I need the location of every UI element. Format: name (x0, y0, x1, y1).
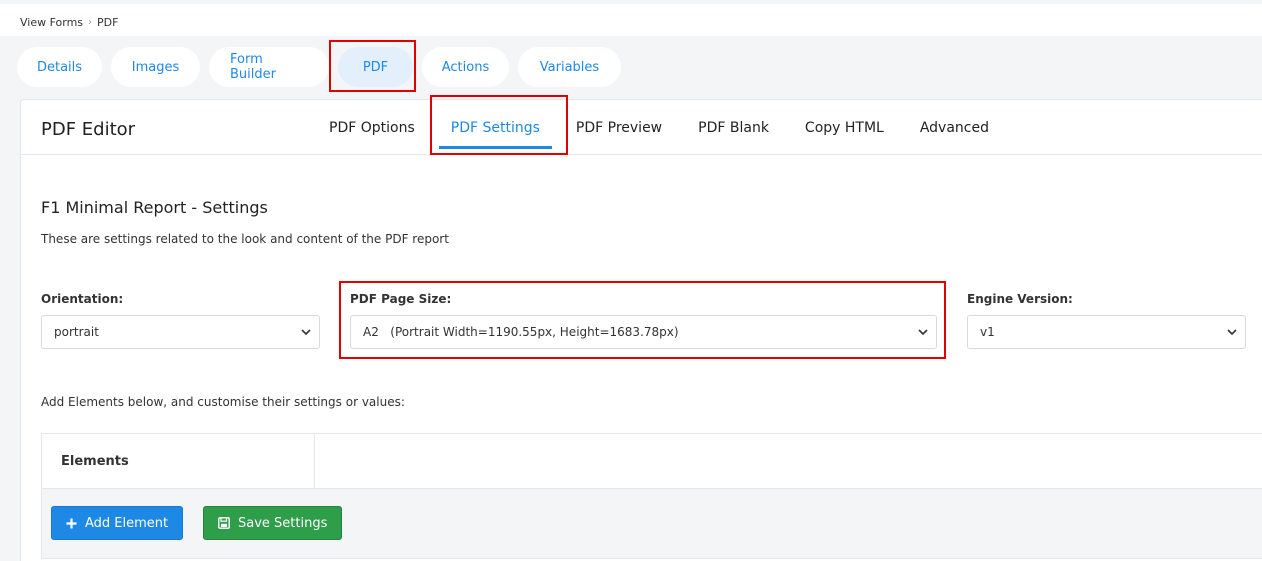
pdf-editor-tabs: PDF Options PDF Settings PDF Preview PDF… (311, 100, 1007, 155)
tab-advanced[interactable]: Advanced (902, 100, 1007, 155)
tab-form-builder[interactable]: Form Builder (209, 47, 329, 87)
breadcrumb: View Forms › PDF (20, 16, 118, 29)
elements-actions: Add Element Save Settings (41, 489, 1262, 559)
elements-table: Elements (41, 433, 1262, 489)
chevron-down-icon (918, 329, 928, 336)
tab-pdf-preview[interactable]: PDF Preview (558, 100, 680, 155)
top-bar: View Forms › PDF (0, 0, 1262, 36)
orientation-select[interactable]: portrait (41, 315, 320, 349)
tab-images[interactable]: Images (111, 47, 200, 87)
pdf-editor-header: PDF Editor PDF Options PDF Settings PDF … (21, 100, 1262, 155)
add-element-button[interactable]: Add Element (51, 506, 184, 540)
pdf-editor-panel: PDF Editor PDF Options PDF Settings PDF … (20, 99, 1262, 561)
elements-intro: Add Elements below, and customise their … (41, 395, 405, 409)
settings-description: These are settings related to the look a… (41, 232, 449, 246)
breadcrumb-view-forms[interactable]: View Forms (20, 16, 83, 29)
chevron-down-icon (301, 329, 311, 336)
add-element-label: Add Element (85, 515, 169, 531)
chevron-down-icon (1227, 329, 1237, 336)
tab-pdf-settings[interactable]: PDF Settings (433, 100, 558, 155)
page-size-value: A2 (Portrait Width=1190.55px, Height=168… (363, 325, 679, 339)
page-size-select[interactable]: A2 (Portrait Width=1190.55px, Height=168… (350, 315, 937, 349)
save-settings-button[interactable]: Save Settings (203, 506, 343, 540)
engine-version-select[interactable]: v1 (967, 315, 1246, 349)
orientation-label: Orientation: (41, 292, 124, 306)
tab-pdf[interactable]: PDF (338, 47, 413, 87)
tab-pdf-blank[interactable]: PDF Blank (680, 100, 787, 155)
page-size-label: PDF Page Size: (350, 292, 452, 306)
engine-version-label: Engine Version: (967, 292, 1073, 306)
settings-title: F1 Minimal Report - Settings (41, 198, 268, 217)
elements-header: Elements (42, 434, 315, 488)
form-tabs: Details Images Form Builder PDF Actions … (17, 47, 621, 87)
tab-pdf-options[interactable]: PDF Options (311, 100, 433, 155)
breadcrumb-pdf: PDF (97, 16, 119, 29)
orientation-value: portrait (54, 325, 99, 339)
plus-icon (66, 518, 77, 528)
tab-copy-html[interactable]: Copy HTML (787, 100, 902, 155)
page-title: PDF Editor (41, 119, 136, 140)
tab-variables[interactable]: Variables (518, 47, 621, 87)
tab-details[interactable]: Details (17, 47, 102, 87)
save-settings-label: Save Settings (238, 515, 328, 531)
save-icon (218, 517, 230, 529)
breadcrumb-separator: › (88, 17, 93, 28)
tab-actions[interactable]: Actions (422, 47, 509, 87)
engine-version-value: v1 (980, 325, 995, 339)
